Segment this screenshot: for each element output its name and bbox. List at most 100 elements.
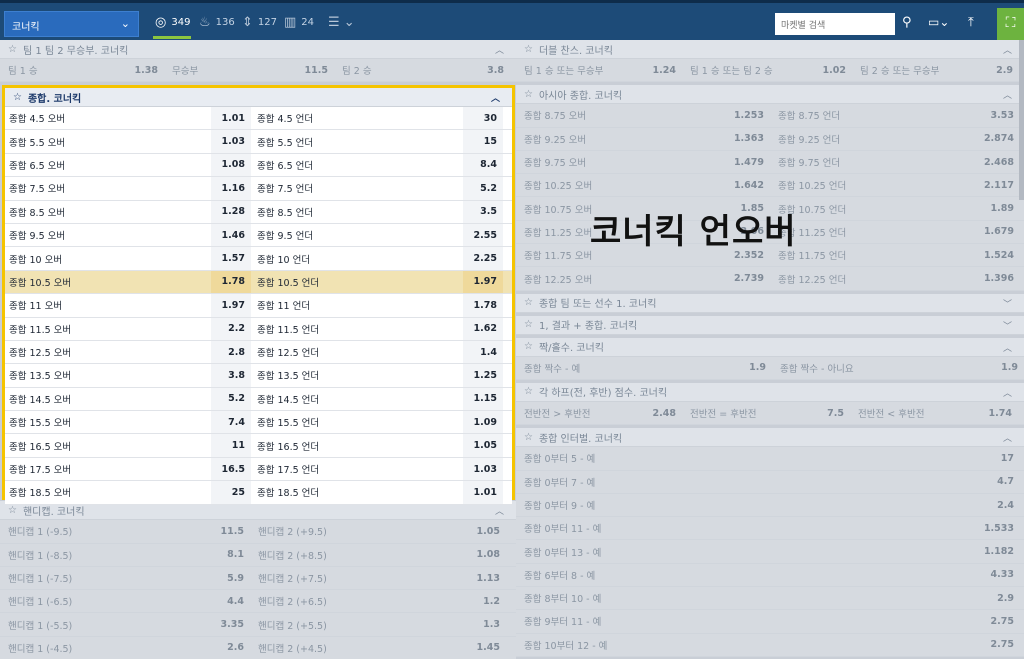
over-label[interactable]: 종합 11 오버	[5, 298, 211, 312]
handicap-odd[interactable]: 2.6	[210, 642, 250, 653]
handicap-label[interactable]: 핸디캡 2 (+7.5)	[250, 571, 466, 585]
under-odd[interactable]: 1.679	[976, 226, 1020, 237]
interval-odd[interactable]: 1.182	[972, 546, 1020, 557]
under-label[interactable]: 종합 13.5 언더	[251, 368, 463, 382]
over-odd[interactable]: 1.97	[211, 294, 251, 317]
outcome-label[interactable]: 전반전 > 후반전	[516, 406, 644, 420]
interval-odd[interactable]: 2.4	[972, 500, 1020, 511]
filter-stats[interactable]: ▥ 24	[284, 15, 314, 30]
outcome-odd[interactable]: 1.9	[982, 362, 1024, 373]
under-label[interactable]: 종합 4.5 언더	[251, 111, 463, 125]
under-odd[interactable]: 1.09	[463, 411, 503, 434]
under-label[interactable]: 종합 9.5 언더	[251, 228, 463, 242]
under-odd[interactable]: 1.15	[463, 387, 503, 411]
outcome-odd[interactable]: 11.5	[292, 65, 334, 76]
star-icon[interactable]: ☆	[13, 92, 22, 103]
interval-label[interactable]: 종합 9부터 11 - 예	[516, 614, 972, 628]
filter-menu[interactable]: ☰ ⌄	[328, 15, 355, 30]
under-odd[interactable]: 2.25	[463, 247, 503, 270]
over-label[interactable]: 종합 5.5 오버	[5, 135, 211, 149]
market-header[interactable]: ☆ 각 하프(전, 후반) 점수. 코너킥 ︿	[516, 382, 1024, 402]
under-label[interactable]: 종합 10.5 언더	[251, 275, 463, 289]
under-label[interactable]: 종합 6.5 언더	[251, 158, 463, 172]
under-odd[interactable]: 1.97	[463, 270, 503, 294]
over-label[interactable]: 종합 13.5 오버	[5, 368, 211, 382]
under-odd[interactable]: 1.78	[463, 294, 503, 317]
outcome-odd[interactable]: 7.5	[812, 408, 850, 419]
interval-odd[interactable]: 17	[972, 453, 1020, 464]
market-header[interactable]: ☆ 종합. 코너킥 ︿	[5, 88, 512, 107]
outcome-odd[interactable]: 2.48	[644, 408, 682, 419]
stats-chart-button[interactable]: ⛶	[997, 8, 1024, 40]
handicap-odd[interactable]: 1.13	[466, 573, 506, 584]
under-label[interactable]: 종합 5.5 언더	[251, 135, 463, 149]
over-label[interactable]: 종합 10 오버	[5, 252, 211, 266]
under-odd[interactable]: 1.03	[463, 457, 503, 481]
over-odd[interactable]: 1.16	[211, 177, 251, 200]
under-odd[interactable]: 2.117	[976, 180, 1020, 191]
over-odd[interactable]: 16.5	[211, 457, 251, 481]
interval-odd[interactable]: 2.75	[972, 639, 1020, 650]
outcome-label[interactable]: 전반전 < 후반전	[850, 406, 980, 420]
over-odd[interactable]: 1.642	[728, 180, 770, 191]
under-odd[interactable]: 3.53	[976, 110, 1020, 121]
over-odd[interactable]: 1.01	[211, 107, 251, 130]
under-label[interactable]: 종합 11.75 언더	[770, 248, 976, 262]
under-label[interactable]: 종합 9.25 언더	[770, 132, 976, 146]
under-odd[interactable]: 1.01	[463, 481, 503, 504]
over-label[interactable]: 종합 4.5 오버	[5, 111, 211, 125]
under-odd[interactable]: 1.396	[976, 273, 1020, 284]
under-odd[interactable]: 1.89	[976, 203, 1020, 214]
over-odd[interactable]: 1.78	[211, 270, 251, 294]
over-label[interactable]: 종합 12.5 오버	[5, 345, 211, 359]
star-icon[interactable]: ☆	[8, 505, 17, 516]
outcome-label[interactable]: 팀 2 승	[334, 63, 462, 77]
under-odd[interactable]: 15	[463, 130, 503, 153]
under-odd[interactable]: 1.62	[463, 317, 503, 340]
interval-label[interactable]: 종합 6부터 8 - 예	[516, 568, 972, 582]
outcome-odd[interactable]: 1.24	[646, 65, 682, 76]
outcome-label[interactable]: 전반전 = 후반전	[682, 406, 812, 420]
under-odd[interactable]: 1.25	[463, 364, 503, 387]
over-odd[interactable]: 2.8	[211, 340, 251, 364]
interval-label[interactable]: 종합 10부터 12 - 예	[516, 638, 972, 652]
handicap-odd[interactable]: 8.1	[210, 549, 250, 560]
outcome-label[interactable]: 무승부	[164, 63, 292, 77]
under-label[interactable]: 종합 7.5 언더	[251, 181, 463, 195]
outcome-label[interactable]: 팀 1 승	[0, 63, 128, 77]
market-search-input[interactable]	[775, 13, 895, 35]
over-odd[interactable]: 11	[211, 434, 251, 457]
interval-odd[interactable]: 2.9	[972, 593, 1020, 604]
handicap-label[interactable]: 핸디캡 1 (-4.5)	[0, 641, 210, 655]
handicap-odd[interactable]: 1.2	[466, 596, 506, 607]
chevron-down-icon[interactable]: ﹀	[1003, 319, 1012, 332]
under-label[interactable]: 종합 9.75 언더	[770, 155, 976, 169]
star-icon[interactable]: ☆	[524, 297, 533, 308]
scrollbar[interactable]	[1019, 40, 1024, 200]
under-label[interactable]: 종합 16.5 언더	[251, 439, 463, 453]
over-label[interactable]: 종합 14.5 오버	[5, 392, 211, 406]
interval-label[interactable]: 종합 0부터 5 - 예	[516, 451, 972, 465]
under-odd[interactable]: 5.2	[463, 177, 503, 200]
chevron-up-icon[interactable]: ︿	[491, 91, 500, 104]
under-label[interactable]: 종합 10.75 언더	[770, 202, 976, 216]
under-odd[interactable]: 1.524	[976, 250, 1020, 261]
over-odd[interactable]: 7.4	[211, 411, 251, 434]
chevron-up-icon[interactable]: ︿	[495, 43, 504, 56]
outcome-odd[interactable]: 1.74	[980, 408, 1018, 419]
outcome-label[interactable]: 팀 2 승 또는 무승부	[852, 63, 977, 77]
under-odd[interactable]: 2.874	[976, 133, 1020, 144]
handicap-odd[interactable]: 11.5	[210, 526, 250, 537]
market-header[interactable]: ☆ 종합 인터벌. 코너킥 ︿	[516, 428, 1024, 448]
over-label[interactable]: 종합 18.5 오버	[5, 485, 211, 499]
over-odd[interactable]: 1.57	[211, 247, 251, 270]
handicap-label[interactable]: 핸디캡 2 (+9.5)	[250, 524, 466, 538]
handicap-label[interactable]: 핸디캡 1 (-8.5)	[0, 548, 210, 562]
search-icon[interactable]: ⚲	[902, 15, 912, 30]
over-odd[interactable]: 1.28	[211, 200, 251, 223]
interval-label[interactable]: 종합 8부터 10 - 예	[516, 591, 972, 605]
handicap-label[interactable]: 핸디캡 1 (-6.5)	[0, 594, 210, 608]
outcome-label[interactable]: 종합 짝수 - 아니요	[772, 361, 982, 375]
interval-odd[interactable]: 1.533	[972, 523, 1020, 534]
over-label[interactable]: 종합 11.5 오버	[5, 322, 211, 336]
